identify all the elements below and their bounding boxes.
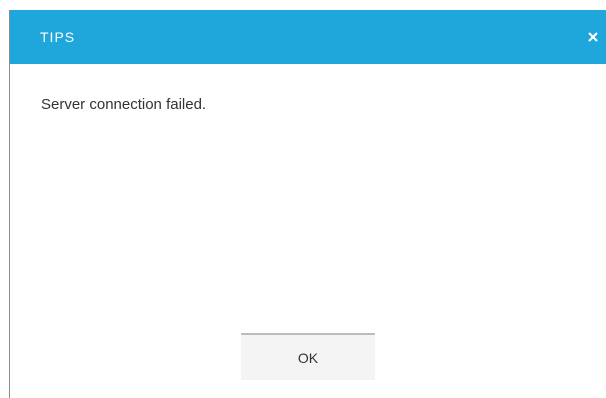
tips-dialog: TIPS Server connection failed. OK [0,0,606,398]
close-icon[interactable] [582,26,604,48]
dialog-title: TIPS [40,29,76,45]
ok-button[interactable]: OK [241,333,375,380]
dialog-titlebar: TIPS [10,10,606,64]
dialog-message: Server connection failed. [41,96,207,113]
dialog-left-border [9,10,10,398]
